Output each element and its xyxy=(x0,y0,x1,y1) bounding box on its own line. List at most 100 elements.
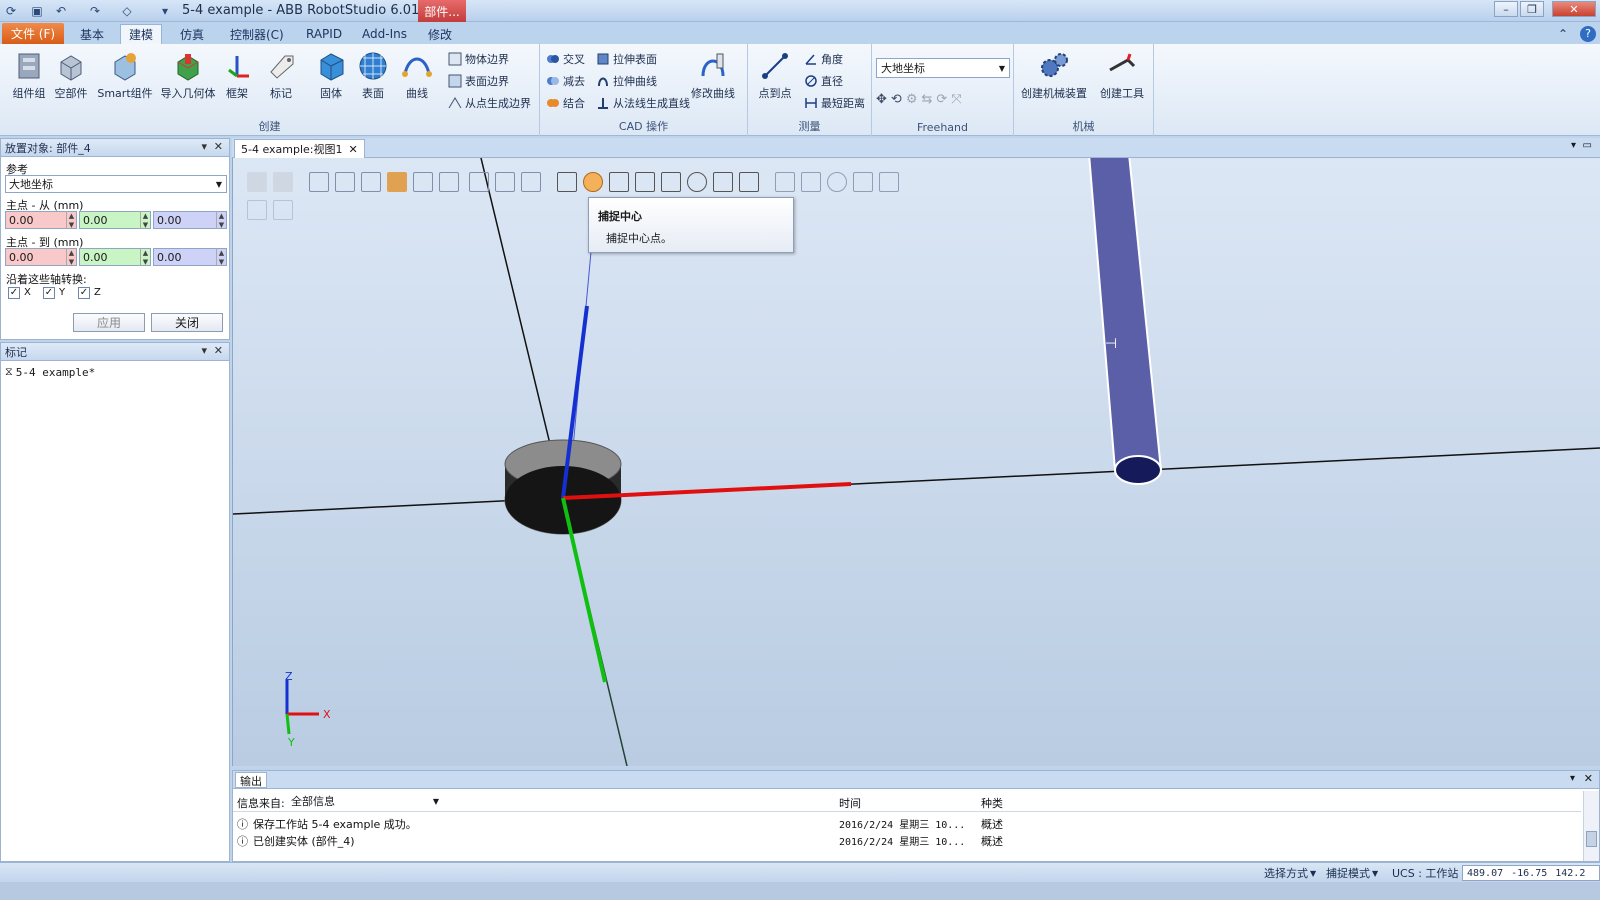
customize-quick-access-icon[interactable]: ▾ xyxy=(156,2,174,20)
point-to-point-button[interactable]: 点到点 xyxy=(750,50,800,101)
tab-list-icon[interactable]: ▾ xyxy=(1571,140,1576,151)
close-icon[interactable]: ✕ xyxy=(1584,772,1593,785)
axis-z-checkbox[interactable]: ✓ xyxy=(78,287,90,299)
tab-view1[interactable]: 5-4 example:视图1 ✕ xyxy=(234,139,365,158)
diameter-button[interactable]: 直径 xyxy=(804,72,843,90)
line-from-normal-button[interactable]: 从法线生成直线 xyxy=(596,94,690,112)
undo-icon[interactable]: ↶ xyxy=(52,2,70,20)
to-x-field[interactable]: 0.00 ▲ ▼ xyxy=(5,248,77,266)
tab-simulation[interactable]: 仿真 xyxy=(172,24,212,44)
multi-robot-jog-icon[interactable]: ⤧ xyxy=(951,92,961,110)
surface-edge-button[interactable]: 表面边界 xyxy=(448,72,509,90)
close-button[interactable]: 关闭 xyxy=(151,313,223,332)
select-part-icon[interactable] xyxy=(387,172,407,192)
subtract-button[interactable]: 减去 xyxy=(546,72,585,90)
select-group-icon[interactable] xyxy=(413,172,433,192)
axis-y-checkbox[interactable]: ✓ xyxy=(43,287,55,299)
frame-button[interactable]: 框架 xyxy=(212,50,262,101)
panel-menu-icon[interactable]: ▾ xyxy=(201,140,207,153)
smart-component-button[interactable]: Smart组件 xyxy=(96,50,154,101)
select-curve-icon[interactable] xyxy=(309,172,329,192)
tab-file[interactable]: 文件 (F) xyxy=(2,23,64,44)
select-frame-icon[interactable] xyxy=(495,172,515,192)
to-y-stepper[interactable]: ▲ ▼ xyxy=(140,248,150,266)
jog-linear-icon[interactable]: ⇆ xyxy=(921,92,932,110)
close-icon[interactable]: ✕ xyxy=(349,143,358,156)
cylinder-body[interactable] xyxy=(1088,158,1163,471)
select-mechanism-icon[interactable] xyxy=(439,172,459,192)
save-icon[interactable]: ▣ xyxy=(28,2,46,20)
snap-end-icon[interactable] xyxy=(635,172,655,192)
scrollbar-thumb[interactable] xyxy=(1586,831,1597,847)
measure-point-icon[interactable] xyxy=(775,172,795,192)
to-z-field[interactable]: 0.00 ▲ ▼ xyxy=(153,248,227,266)
play-icon[interactable] xyxy=(247,200,267,220)
close-icon[interactable]: ✕ xyxy=(214,344,223,357)
snap-object-icon[interactable] xyxy=(557,172,577,192)
surface-button[interactable]: 表面 xyxy=(348,50,398,101)
rotate-icon[interactable]: ⟲ xyxy=(891,92,902,110)
restore-button[interactable]: ❐ xyxy=(1520,1,1544,17)
panel-menu-icon[interactable]: ▾ xyxy=(201,344,207,357)
from-x-stepper[interactable]: ▲ ▼ xyxy=(66,211,76,229)
close-window-button[interactable]: ✕ xyxy=(1552,1,1596,17)
select-path-icon[interactable] xyxy=(521,172,541,192)
modify-curve-button[interactable]: 修改曲线 xyxy=(684,50,742,101)
tab-basic[interactable]: 基本 xyxy=(72,24,112,44)
snap-midpoint-icon[interactable] xyxy=(609,172,629,192)
from-y-field[interactable]: 0.00 ▲ ▼ xyxy=(79,211,151,229)
ucs-indicator[interactable]: UCS : 工作站 xyxy=(1392,865,1458,881)
tab-modify[interactable]: 修改 xyxy=(420,24,460,44)
from-y-stepper[interactable]: ▲ ▼ xyxy=(140,211,150,229)
select-surface-icon[interactable] xyxy=(335,172,355,192)
intersect-button[interactable]: 交叉 xyxy=(546,50,585,68)
axis-x-checkbox[interactable]: ✓ xyxy=(8,287,20,299)
body-edge-button[interactable]: 物体边界 xyxy=(448,50,509,68)
app-menu-icon[interactable]: ⟳ xyxy=(2,2,20,20)
measure-keep-icon[interactable] xyxy=(879,172,899,192)
view-select-icon[interactable] xyxy=(247,172,267,192)
extrude-curve-button[interactable]: 拉伸曲线 xyxy=(596,72,657,90)
maximize-icon[interactable]: ▭ xyxy=(1583,140,1592,151)
to-x-stepper[interactable]: ▲ ▼ xyxy=(66,248,76,266)
min-distance-button[interactable]: 最短距离 xyxy=(804,94,865,112)
union-button[interactable]: 结合 xyxy=(546,94,585,112)
measure-diameter-icon[interactable] xyxy=(827,172,847,192)
curve-button[interactable]: 曲线 xyxy=(392,50,442,101)
source-filter-select[interactable]: 全部信息 ▼ xyxy=(291,793,441,809)
minimize-button[interactable]: – xyxy=(1494,1,1518,17)
from-x-field[interactable]: 0.00 ▲ ▼ xyxy=(5,211,77,229)
tag-button[interactable]: 标记 xyxy=(256,50,306,101)
column-header-type[interactable]: 种类 xyxy=(981,795,1003,811)
select-mode-menu[interactable]: 选择方式 ▼ xyxy=(1264,865,1316,881)
snap-local-origin-icon[interactable] xyxy=(713,172,733,192)
to-y-field[interactable]: 0.00 ▲ ▼ xyxy=(79,248,151,266)
move-icon[interactable]: ✥ xyxy=(876,92,887,110)
snap-gravity-icon[interactable] xyxy=(687,172,707,192)
help-icon[interactable]: ? xyxy=(1572,24,1600,44)
tag-icon[interactable]: ◇ xyxy=(118,2,136,20)
tab-rapid[interactable]: RAPID xyxy=(298,24,350,44)
reference-frame-dropdown[interactable]: 大地坐标 ▼ xyxy=(876,58,1010,78)
close-icon[interactable]: ✕ xyxy=(214,140,223,153)
redo-icon[interactable]: ↷ xyxy=(86,2,104,20)
tab-addins[interactable]: Add-Ins xyxy=(354,24,415,44)
context-tab-title[interactable]: 部件... xyxy=(418,0,466,22)
to-z-stepper[interactable]: ▲ ▼ xyxy=(216,248,226,266)
jog-joint-icon[interactable]: ⚙ xyxy=(906,92,918,110)
view-select-all-icon[interactable] xyxy=(273,172,293,192)
create-mechanism-button[interactable]: 创建机械装置 xyxy=(1018,50,1090,101)
3d-viewport[interactable]: ⊣ Z X Y 捕捉中心 捕捉中心点。 xyxy=(232,158,1600,766)
table-row[interactable]: ⓘ 已创建实体 (部件_4) 2016/2/24 星期三 10... 概述 xyxy=(237,833,1577,849)
select-body-icon[interactable] xyxy=(361,172,381,192)
column-header-time[interactable]: 时间 xyxy=(839,795,861,811)
snap-edge-icon[interactable] xyxy=(661,172,681,192)
snap-grid-icon[interactable] xyxy=(739,172,759,192)
output-scrollbar[interactable] xyxy=(1583,791,1599,861)
from-z-field[interactable]: 0.00 ▲ ▼ xyxy=(153,211,227,229)
measure-distance-icon[interactable] xyxy=(853,172,873,192)
tab-modeling[interactable]: 建模 xyxy=(120,24,163,44)
empty-part-button[interactable]: 空部件 xyxy=(46,50,96,101)
panel-menu-icon[interactable]: ▾ xyxy=(1570,773,1575,784)
table-row[interactable]: ⓘ 保存工作站 5-4 example 成功。 2016/2/24 星期三 10… xyxy=(237,816,1577,832)
